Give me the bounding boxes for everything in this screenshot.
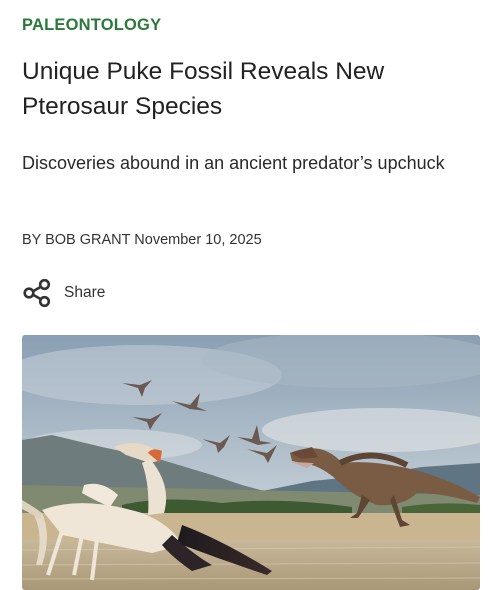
author-link[interactable]: BY BOB GRANT — [22, 232, 130, 248]
share-label: Share — [64, 284, 106, 301]
category-link[interactable]: PALEONTOLOGY — [22, 16, 161, 35]
hero-image — [22, 335, 480, 590]
share-icon — [22, 278, 52, 308]
article-subheadline: Discoveries abound in an ancient predato… — [22, 153, 445, 173]
article-headline: Unique Puke Fossil Reveals New Pterosaur… — [22, 58, 385, 120]
share-button[interactable]: Share — [22, 278, 105, 308]
publish-date: November 10, 2025 — [134, 232, 262, 248]
byline: BY BOB GRANT November 10, 2025 — [22, 232, 262, 248]
